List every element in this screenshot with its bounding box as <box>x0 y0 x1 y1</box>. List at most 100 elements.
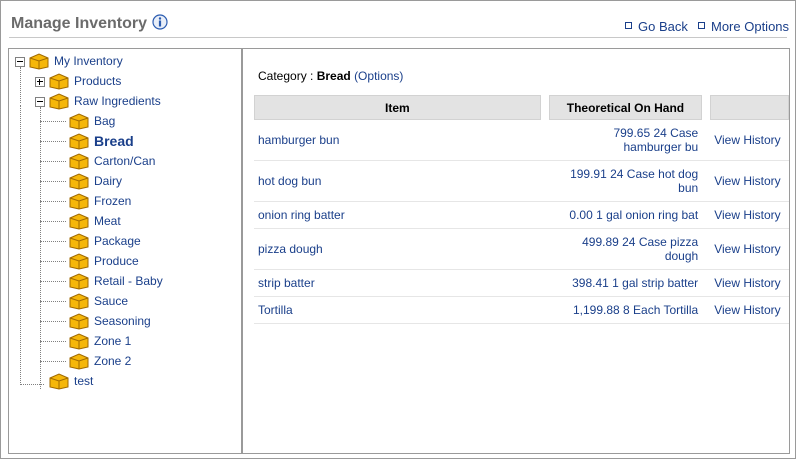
view-history-link[interactable]: View History <box>710 297 789 324</box>
column-gap <box>540 120 549 161</box>
tree-node-raw-ingredients[interactable]: Raw Ingredients <box>9 91 239 111</box>
more-options-link[interactable]: More Options <box>698 19 789 34</box>
tree-node-label: Sauce <box>94 294 129 308</box>
tree-connector <box>40 281 66 282</box>
column-gap <box>702 270 711 297</box>
box-icon <box>69 213 89 230</box>
tree-node-bread[interactable]: Bread <box>9 131 239 151</box>
item-name-cell[interactable]: Tortilla <box>254 297 541 324</box>
theoretical-on-hand-cell: 799.65 24 Case hamburger bu <box>548 120 703 161</box>
on-hand-line: 199.91 24 Case hot dog <box>570 167 699 181</box>
box-icon <box>69 153 89 170</box>
item-name-cell[interactable]: pizza dough <box>254 229 541 270</box>
tree-node-meat[interactable]: Meat <box>9 211 239 231</box>
tree-node-label: Retail - Baby <box>94 274 163 288</box>
tree-node-label: Seasoning <box>94 314 151 328</box>
tree-connector <box>40 321 66 322</box>
view-history-link[interactable]: View History <box>710 120 789 161</box>
tree-connector <box>40 221 66 222</box>
square-bullet-icon <box>625 22 632 29</box>
info-icon[interactable] <box>152 14 168 30</box>
column-gap <box>702 297 711 324</box>
on-hand-line: 799.65 24 Case <box>613 126 699 140</box>
table-row: strip batter 398.41 1 gal strip batter Vie… <box>254 270 789 297</box>
table-row: Tortilla 1,199.88 8 Each Tortilla View His… <box>254 297 789 324</box>
theoretical-on-hand-cell: 398.41 1 gal strip batter <box>548 270 703 297</box>
box-icon <box>69 353 89 370</box>
item-name-cell[interactable]: strip batter <box>254 270 541 297</box>
category-options-link[interactable]: (Options) <box>354 69 403 83</box>
item-name-cell[interactable]: hot dog bun <box>254 161 541 202</box>
tree-node-label: Products <box>74 74 122 88</box>
tree-node-test[interactable]: test <box>9 371 239 391</box>
square-bullet-icon <box>698 22 705 29</box>
column-gap <box>702 229 711 270</box>
column-gap <box>540 202 549 229</box>
column-gap <box>702 95 711 120</box>
column-gap <box>540 95 549 120</box>
category-heading: Category : Bread (Options) <box>258 69 403 83</box>
collapse-toggle-icon[interactable] <box>15 57 25 67</box>
tree-node-products[interactable]: Products <box>9 71 239 91</box>
table-row: pizza dough 499.89 24 Case pizza dough View… <box>254 229 789 270</box>
tree-node-label: Carton/Can <box>94 154 156 168</box>
tree-node-label: Dairy <box>94 174 123 188</box>
more-options-label: More Options <box>711 19 790 34</box>
tree-node-my-inventory[interactable]: My Inventory <box>9 51 239 71</box>
tree-node-dairy[interactable]: Dairy <box>9 171 239 191</box>
tree-connector <box>40 261 66 262</box>
box-icon <box>69 273 89 290</box>
inventory-table: Item Theoretical On Hand hamburger bun 79… <box>254 95 789 324</box>
tree-connector <box>40 341 66 342</box>
category-prefix: Category : <box>258 69 317 83</box>
box-icon <box>69 293 89 310</box>
collapse-toggle-icon[interactable] <box>35 97 45 107</box>
on-hand-line: 1,199.88 8 Each Tortilla <box>572 303 699 317</box>
column-header-theoretical-on-hand: Theoretical On Hand <box>548 95 703 120</box>
box-icon <box>49 373 69 390</box>
tree-node-label: Zone 1 <box>94 334 132 348</box>
tree-connector <box>40 201 66 202</box>
tree-node-bag[interactable]: Bag <box>9 111 239 131</box>
item-name-cell[interactable]: onion ring batter <box>254 202 541 229</box>
inventory-tree: My Inventory Products Raw Ingredients Ba… <box>9 49 243 453</box>
on-hand-line: hamburger bu <box>623 140 699 154</box>
tree-node-frozen[interactable]: Frozen <box>9 191 239 211</box>
manage-inventory-window: Manage Inventory Go Back More Options My… <box>0 0 796 459</box>
tree-node-label: Frozen <box>94 194 132 208</box>
item-name-cell[interactable]: hamburger bun <box>254 120 541 161</box>
tree-node-carton-can[interactable]: Carton/Can <box>9 151 239 171</box>
box-icon <box>69 253 89 270</box>
box-icon <box>69 113 89 130</box>
box-icon <box>69 333 89 350</box>
on-hand-line: bun <box>678 181 699 195</box>
tree-connector <box>40 121 66 122</box>
box-icon <box>69 313 89 330</box>
tree-node-label: My Inventory <box>54 54 123 68</box>
tree-node-package[interactable]: Package <box>9 231 239 251</box>
tree-connector <box>40 361 66 362</box>
expand-toggle-icon[interactable] <box>35 77 45 87</box>
view-history-link[interactable]: View History <box>710 270 789 297</box>
view-history-link[interactable]: View History <box>710 161 789 202</box>
on-hand-line: 499.89 24 Case pizza <box>582 235 699 249</box>
theoretical-on-hand-cell: 499.89 24 Case pizza dough <box>548 229 703 270</box>
column-gap <box>702 202 711 229</box>
page-header: Manage Inventory Go Back More Options <box>1 1 795 45</box>
tree-node-seasoning[interactable]: Seasoning <box>9 311 239 331</box>
column-gap <box>540 229 549 270</box>
table-row: hot dog bun 199.91 24 Case hot dog bun View… <box>254 161 789 202</box>
tree-node-zone-2[interactable]: Zone 2 <box>9 351 239 371</box>
tree-node-label: Raw Ingredients <box>74 94 161 108</box>
tree-node-retail-baby[interactable]: Retail - Baby <box>9 271 239 291</box>
view-history-link[interactable]: View History <box>710 202 789 229</box>
tree-node-label: test <box>74 374 94 388</box>
view-history-link[interactable]: View History <box>710 229 789 270</box>
on-hand-line: dough <box>664 249 699 263</box>
tree-node-zone-1[interactable]: Zone 1 <box>9 331 239 351</box>
tree-node-sauce[interactable]: Sauce <box>9 291 239 311</box>
table-row: hamburger bun 799.65 24 Case hamburger bu V… <box>254 120 789 161</box>
tree-node-produce[interactable]: Produce <box>9 251 239 271</box>
go-back-link[interactable]: Go Back <box>625 19 688 34</box>
column-gap <box>540 161 549 202</box>
